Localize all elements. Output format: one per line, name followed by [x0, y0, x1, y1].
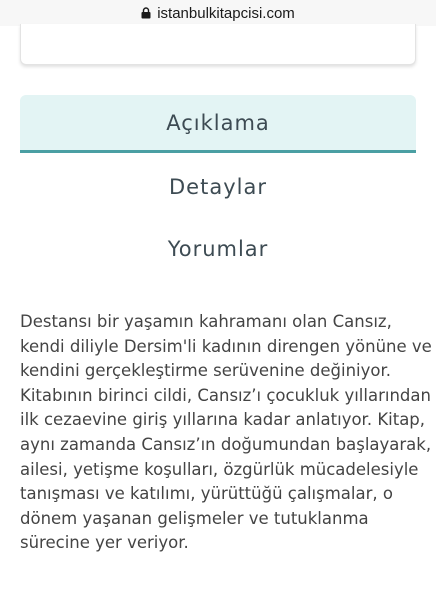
description-line: aynı zamanda Cansız’ın doğumundan başlay…: [20, 434, 432, 454]
address-bar[interactable]: istanbulkitapcisi.com: [0, 0, 436, 26]
tab-detaylar[interactable]: Detaylar: [20, 158, 416, 216]
tab-label: Detaylar: [169, 175, 267, 199]
description-line: ailesi, yetişme koşulları, özgürlük müca…: [20, 459, 419, 479]
tab-aciklama[interactable]: Açıklama: [20, 95, 416, 153]
tab-label: Açıklama: [166, 110, 270, 135]
description-line: Kitabının birinci cildi, Cansız’ı çocukl…: [20, 385, 431, 405]
description-line: kendi diliyle Dersim'li kadının direngen…: [20, 336, 432, 356]
url-text: istanbulkitapcisi.com: [157, 4, 295, 22]
description-line: dönem yaşanan gelişmeler ve tutuklanma: [20, 508, 369, 528]
product-description: Destansı bir yaşamın kahramanı olan Cans…: [20, 310, 432, 556]
description-line: tanışması ve katılımı, yürüttüğü çalışma…: [20, 484, 393, 504]
tab-label: Yorumlar: [167, 237, 269, 261]
description-line: kendini gerçekleştirme serüvenine değini…: [20, 361, 391, 381]
description-line: Destansı bir yaşamın kahramanı olan Cans…: [20, 312, 392, 331]
tab-yorumlar[interactable]: Yorumlar: [20, 220, 416, 278]
lock-icon: [141, 6, 151, 19]
description-line: ilk cezaevine giriş yıllarına kadar anla…: [20, 410, 426, 430]
description-line: sürecine yer veriyor.: [20, 533, 189, 553]
previous-card-bottom: [20, 24, 416, 65]
